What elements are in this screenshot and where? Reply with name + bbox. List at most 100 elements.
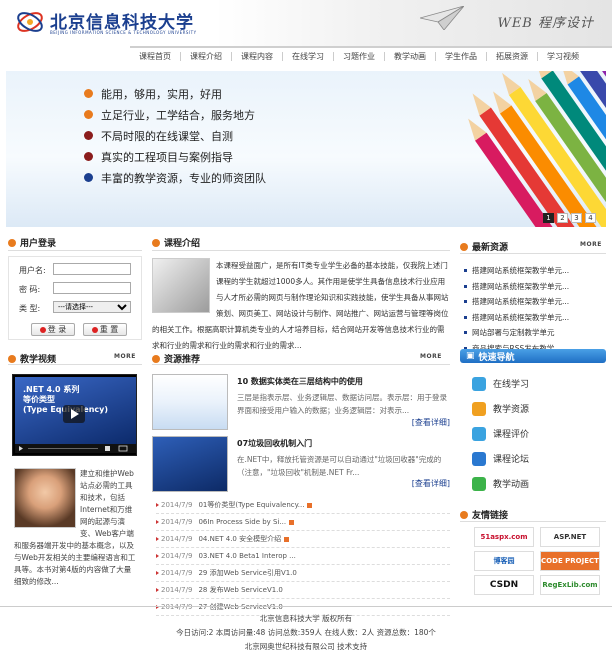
friend-link-aspnet[interactable]: ASP.NET — [540, 527, 600, 547]
friend-link-codeproject[interactable]: CODE PROJECT — [540, 551, 600, 571]
footer-stats: 今日访问:2 本周访问量:48 访问总数:359人 在线人数：2人 资源总数：1… — [176, 628, 436, 637]
latest-title: 最新资源 — [460, 240, 508, 253]
video-controls[interactable] — [15, 444, 136, 453]
hero-banner[interactable]: 能用，够用，实用，好用 立足行业，工学结合，服务地方 不局时限的在线课堂、自测 … — [6, 71, 606, 227]
friend-link-csdn[interactable]: CSDN — [474, 575, 534, 595]
nav-item-home[interactable]: 课程首页 — [130, 51, 181, 61]
divider — [8, 364, 142, 365]
section-bullet-icon — [8, 354, 16, 363]
forum-icon — [472, 451, 486, 466]
intro-title: 课程介绍 — [152, 236, 200, 249]
section-bullet-icon — [152, 238, 160, 247]
logo-name-en: BEIJING INFORMATION SCIENCE & TECHNOLOGY… — [50, 30, 197, 35]
friend-link-regexlib[interactable]: RegExLib.com — [540, 575, 600, 595]
pager-button-2[interactable]: 2 — [557, 213, 568, 223]
intro-image — [152, 258, 210, 313]
login-button[interactable]: 登 录 — [31, 323, 75, 336]
quick-nav-course-evaluation[interactable]: 课程评价 — [472, 421, 529, 446]
video-control-bar-icon[interactable] — [15, 444, 136, 453]
resource-title[interactable]: 07垃圾回收机制入门 — [237, 438, 312, 449]
username-input[interactable] — [53, 263, 131, 275]
quick-nav-online-learning[interactable]: 在线学习 — [472, 371, 529, 396]
friend-links-title: 友情链接 — [460, 508, 508, 521]
header: 北京信息科技大学 BEIJING INFORMATION SCIENCE & T… — [0, 0, 612, 46]
intro-body: 本课程受益面广，是所有IT类专业学生必备的基本技能，仅我院上述门课程的学生就超过… — [152, 258, 450, 354]
password-input[interactable] — [53, 282, 131, 294]
section-bullet-icon — [152, 354, 160, 363]
resource-title[interactable]: 10 数据实体类在三层结构中的使用 — [237, 376, 363, 387]
video-more-link[interactable]: MORE — [114, 353, 136, 360]
latest-resource-list: 搭建网站系统框架教学单元... 搭建网站系统框架教学单元... 搭建网站系统框架… — [464, 263, 606, 356]
resource-news-list: 2014/7/9 01等价类型(Type Equivalency... 2014/… — [156, 497, 450, 616]
resource-item: 07垃圾回收机制入门 在.NET中，释放托管资源是可以自动通过"垃圾回收器"完成… — [152, 436, 450, 492]
online-learning-icon — [472, 376, 486, 391]
list-item[interactable]: 2014/7/9 01等价类型(Type Equivalency... — [156, 497, 450, 514]
list-item[interactable]: 网站部署与定制教学单元 — [464, 325, 606, 341]
list-item[interactable]: 2014/7/9 03.NET 4.0 Beta1 Interop ... — [156, 548, 450, 565]
video-screen[interactable]: .NET 4.0 系列 等价类型 (Type Equivalency) — [15, 377, 136, 444]
resources-more-link[interactable]: MORE — [420, 353, 442, 360]
list-item[interactable]: 搭建网站系统框架教学单元... — [464, 263, 606, 279]
footer-copyright: 北京信息科技大学 版权所有 — [259, 614, 353, 623]
bullet-icon — [84, 110, 93, 119]
video-player[interactable]: .NET 4.0 系列 等价类型 (Type Equivalency) — [12, 374, 137, 456]
resource-detail-link[interactable]: [查看详细] — [412, 478, 450, 489]
arrow-icon — [156, 571, 159, 575]
play-icon[interactable] — [63, 405, 85, 423]
friend-link-51aspx[interactable]: 51aspx.com — [474, 527, 534, 547]
password-label: 密 码: — [19, 285, 41, 294]
quick-nav-teaching-resources[interactable]: 教学资源 — [472, 396, 529, 421]
list-item[interactable]: 搭建网站系统框架教学单元... — [464, 294, 606, 310]
resource-thumbnail[interactable] — [152, 374, 228, 430]
video-description: 建立和维护Web站点必需的工具和技术，包括Internet和万维网的起源与演变、… — [14, 468, 136, 586]
nav-item-online-learning[interactable]: 在线学习 — [283, 51, 334, 61]
teaching-resources-icon — [472, 401, 486, 416]
reset-button[interactable]: 重 置 — [83, 323, 127, 336]
arrow-icon — [156, 537, 159, 541]
bullet-icon — [84, 89, 93, 98]
nav-item-intro[interactable]: 课程介绍 — [181, 51, 232, 61]
pager-button-1[interactable]: 1 — [543, 213, 554, 223]
nav-item-content[interactable]: 课程内容 — [232, 51, 283, 61]
new-badge-icon — [284, 536, 290, 542]
quick-nav-forum[interactable]: 课程论坛 — [472, 446, 529, 471]
feature-item: 不局时限的在线课堂、自测 — [84, 125, 266, 146]
footer-divider — [0, 606, 612, 607]
latest-more-link[interactable]: MORE — [580, 241, 602, 248]
section-bullet-icon — [460, 510, 468, 519]
reset-icon — [91, 326, 98, 333]
list-item[interactable]: 搭建网站系统框架教学单元... — [464, 279, 606, 295]
pager-button-3[interactable]: 3 — [571, 213, 582, 223]
nav-item-extended-resources[interactable]: 拓展资源 — [487, 51, 538, 61]
section-bullet-icon — [460, 242, 468, 251]
nav-item-exercises[interactable]: 习题作业 — [334, 51, 385, 61]
list-item[interactable]: 2014/7/9 04.NET 4.0 安全模型介绍 — [156, 531, 450, 548]
divider — [460, 253, 606, 254]
site-logo[interactable]: 北京信息科技大学 BEIJING INFORMATION SCIENCE & T… — [14, 6, 214, 38]
nav-item-videos[interactable]: 学习视频 — [538, 52, 588, 61]
book-cover-photo[interactable] — [14, 468, 76, 528]
feature-item: 丰富的教学资源，专业的师资团队 — [84, 167, 266, 188]
divider — [152, 364, 450, 365]
friend-link-cnblogs[interactable]: 博客园 — [474, 551, 534, 571]
nav-item-student-works[interactable]: 学生作品 — [436, 51, 487, 61]
logo-emblem-icon — [17, 12, 43, 32]
list-item[interactable]: 2014/7/9 29 添加Web Service引用V1.0 — [156, 565, 450, 582]
user-type-select[interactable]: ---请选择--- — [53, 301, 131, 313]
resource-thumbnail[interactable] — [152, 436, 228, 492]
pager-button-4[interactable]: 4 — [585, 213, 596, 223]
resource-description: 三层是指表示层、业务逻辑层、数据访问层。表示层：用于登录界面和接受用户输入的数据… — [237, 393, 447, 415]
quick-nav-animation[interactable]: 教学动画 — [472, 471, 529, 496]
course-evaluation-icon — [472, 426, 486, 441]
arrow-icon — [156, 503, 159, 507]
list-item[interactable]: 搭建网站系统框架教学单元... — [464, 310, 606, 326]
new-badge-icon — [307, 502, 313, 508]
list-item[interactable]: 2014/7/9 28 发布Web ServiceV1.0 — [156, 582, 450, 599]
footer: 北京信息科技大学 版权所有 今日访问:2 本周访问量:48 访问总数:359人 … — [0, 612, 612, 654]
friend-links-grid: 51aspx.com ASP.NET 博客园 CODE PROJECT CSDN… — [474, 527, 606, 595]
nav-item-animation[interactable]: 教学动画 — [385, 51, 436, 61]
divider — [460, 521, 606, 522]
list-item[interactable]: 2014/7/9 06In Process Side by Si... — [156, 514, 450, 531]
type-label: 类 型: — [19, 304, 41, 313]
resource-detail-link[interactable]: [查看详细] — [412, 417, 450, 428]
